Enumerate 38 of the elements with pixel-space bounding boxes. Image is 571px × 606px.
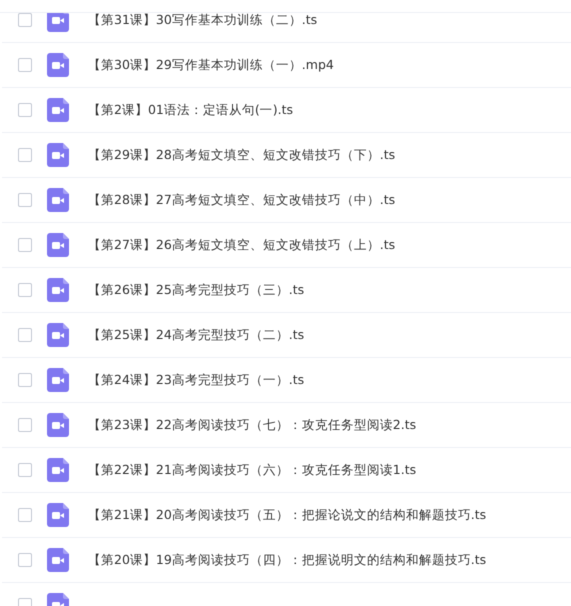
checkbox[interactable]	[18, 463, 32, 477]
file-name[interactable]: 【第23课】22高考阅读技巧（七）：攻克任务型阅读2.ts	[88, 416, 416, 434]
video-file-icon	[47, 233, 69, 257]
checkbox[interactable]	[18, 373, 32, 387]
file-name[interactable]: 【第26课】25高考完型技巧（三）.ts	[88, 280, 304, 300]
video-file-icon	[47, 323, 69, 347]
checkbox[interactable]	[18, 103, 32, 117]
file-name[interactable]: 【第20课】19高考阅读技巧（四）：把握说明文的结构和解题技巧.ts	[88, 550, 486, 570]
checkbox[interactable]	[18, 418, 32, 432]
checkbox[interactable]	[18, 508, 32, 522]
video-file-icon	[47, 188, 69, 212]
video-file-icon	[47, 413, 69, 437]
video-file-icon	[47, 368, 69, 392]
file-name[interactable]: 【第24课】23高考完型技巧（一）.ts	[88, 370, 304, 390]
file-name[interactable]: 【第2课】01语法：定语从句(一).ts	[88, 100, 293, 120]
file-name[interactable]: 【第31课】30写作基本功训练（二）.ts	[88, 10, 318, 30]
checkbox[interactable]	[18, 13, 32, 27]
file-name[interactable]: 【第29课】28高考短文填空、短文改错技巧（下）.ts	[88, 146, 396, 164]
video-file-icon	[47, 98, 69, 122]
video-file-icon	[47, 548, 69, 572]
file-name[interactable]: 【第21课】20高考阅读技巧（五）：把握论说文的结构和解题技巧.ts	[88, 506, 486, 524]
file-name[interactable]: 【第25课】24高考完型技巧（二）.ts	[88, 326, 304, 344]
file-name[interactable]: 【第27课】26高考短文填空、短文改错技巧（上）.ts	[88, 236, 396, 254]
file-name[interactable]: 【第22课】21高考阅读技巧（六）：攻克任务型阅读1.ts	[88, 460, 416, 480]
checkbox[interactable]	[18, 328, 32, 342]
checkbox[interactable]	[18, 553, 32, 567]
video-file-icon	[47, 503, 69, 527]
video-file-icon	[47, 53, 69, 77]
checkbox[interactable]	[18, 58, 32, 72]
video-file-icon	[47, 458, 69, 482]
checkbox[interactable]	[18, 283, 32, 297]
checkbox[interactable]	[18, 238, 32, 252]
checkbox[interactable]	[18, 193, 32, 207]
file-name[interactable]: 【第28课】27高考短文填空、短文改错技巧（中）.ts	[88, 190, 396, 210]
video-file-icon	[47, 278, 69, 302]
checkbox[interactable]	[18, 148, 32, 162]
file-name[interactable]: 【第30课】29写作基本功训练（一）.mp4	[88, 56, 334, 74]
video-file-icon	[47, 143, 69, 167]
